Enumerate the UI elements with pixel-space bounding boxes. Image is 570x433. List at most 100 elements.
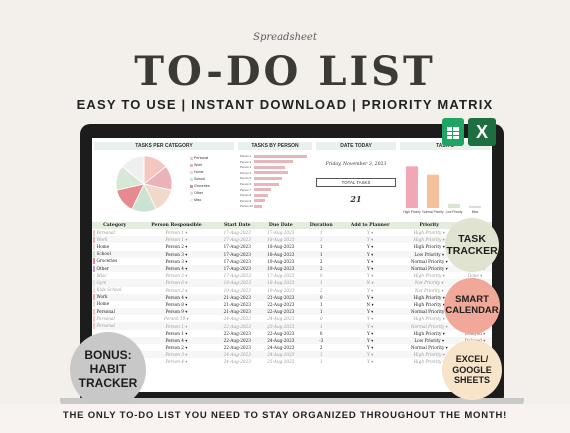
table-row[interactable]: Work Person 1 ▾ 17-Aug-2023 18-Aug-2023 1 Y ▾… (92, 236, 492, 244)
table-cell[interactable]: Normal Priority ▾ (400, 264, 459, 273)
person-bar-label: Person 5 (240, 176, 252, 181)
table-cell[interactable]: Y ▾ (339, 351, 401, 359)
table-cell[interactable]: Person 9 ▾ (137, 308, 216, 316)
table-cell[interactable]: Person 2 ▾ (137, 287, 215, 294)
table-row[interactable]: Person 4 ▾ 22-Aug-2023 24-Aug-2023 -3 Y ▾ Low… (92, 336, 492, 344)
category-color-bar (93, 251, 95, 258)
table-cell[interactable]: Y ▾ (339, 322, 401, 330)
cell-text: Not Priority ▾ (414, 280, 444, 286)
table-cell: 17-Aug-2023 (215, 272, 259, 279)
table-cell[interactable]: High Priority ▾ (400, 272, 458, 279)
table-row[interactable]: Groceries Person 3 ▾ 17-Aug-2023 19-Aug-202… (92, 258, 492, 265)
cell-text: 22-Aug-2023 (267, 301, 295, 307)
cell-text: 22-Aug-2023 (223, 345, 251, 351)
table-cell[interactable]: Person 4 ▾ (137, 358, 215, 365)
category-color-bar (93, 323, 95, 330)
table-row[interactable]: Personal Person 1 ▾ 22-Aug-2023 23-Aug-2023… (92, 322, 492, 330)
table-cell[interactable]: High Priority ▾ (400, 330, 458, 337)
person-bar (254, 182, 280, 186)
table-cell[interactable]: Person 3 ▾ (137, 351, 216, 359)
table-column-header[interactable]: Category (92, 222, 138, 229)
table-cell: Home (92, 243, 137, 250)
table-cell[interactable]: Person 2 ▾ (137, 243, 215, 250)
table-cell[interactable]: Y ▾ (340, 358, 400, 365)
category-color-bar (93, 308, 95, 315)
table-row[interactable]: Kids School Person 2 ▾ 19-Aug-2023 19-Aug-2… (92, 287, 492, 294)
table-row[interactable]: School Person 3 ▾ 17-Aug-2023 18-Aug-2023 1 Y… (92, 250, 492, 258)
table-cell[interactable]: Y ▾ (339, 336, 401, 344)
table-cell[interactable]: Person 3 ▾ (137, 258, 215, 265)
cell-text: 18-Aug-2023 (267, 251, 295, 257)
table-cell[interactable]: Person 10 ▾ (137, 315, 215, 322)
table-cell[interactable]: Y ▾ (339, 236, 401, 244)
table-cell[interactable]: Person 8 ▾ (137, 301, 215, 308)
table-cell[interactable]: Y ▾ (340, 243, 400, 250)
cell-text: 17-Aug-2023 (223, 244, 251, 250)
table-row[interactable]: Misc Person 5 ▾ 17-Aug-2023 17-Aug-2023 0 Y ▾… (92, 272, 492, 279)
table-column-header[interactable]: Start Date (215, 222, 260, 229)
table-cell[interactable]: Y ▾ (340, 330, 400, 337)
cell-text: 1 (319, 352, 323, 358)
table-cell[interactable]: Person 4 ▾ (137, 293, 216, 301)
table-row[interactable]: Person 1 ▾ 22-Aug-2023 22-Aug-2023 0 Y ▾ High… (92, 330, 492, 337)
table-cell[interactable]: Y ▾ (340, 315, 400, 322)
table-cell[interactable]: Person 2 ▾ (137, 344, 215, 351)
table-cell[interactable]: Person 4 ▾ (137, 264, 216, 273)
table-row[interactable]: Person 2 ▾ 22-Aug-2023 24-Aug-2023 2 Y ▾ Norm… (92, 344, 492, 351)
legend-label: Other (194, 191, 203, 195)
table-cell[interactable]: Not Priority ▾ (400, 279, 459, 287)
table-row[interactable]: Home Person 2 ▾ 17-Aug-2023 18-Aug-2023 1 Y ▾… (92, 243, 492, 250)
cell-text: 24-Aug-2023 (223, 359, 251, 365)
cell-text: Y ▾ (366, 266, 374, 272)
cell-text: Kids School (96, 287, 122, 293)
table-cell[interactable]: Person 1 ▾ (137, 322, 216, 330)
table-cell[interactable]: Y ▾ (339, 264, 401, 273)
table-cell[interactable]: Low Priority ▾ (400, 336, 459, 344)
table-row[interactable]: Work Person 4 ▾ 21-Aug-2023 21-Aug-2023 0 Y ▾… (92, 293, 492, 301)
table-row[interactable]: Person 3 ▾ 24-Aug-2023 24-Aug-2023 1 Y ▾ High… (92, 351, 492, 359)
table-column-header[interactable]: Add to Planner (339, 222, 401, 229)
table-cell[interactable]: Person 4 ▾ (137, 336, 216, 344)
legend-swatch (190, 198, 193, 202)
table-row[interactable]: Personal Person 10 ▾ 24-Aug-2023 24-Aug-202… (92, 315, 492, 322)
table-cell[interactable]: Person 3 ▾ (137, 250, 216, 258)
table-cell[interactable]: Person 1 ▾ (137, 330, 215, 337)
task-tracker-label: TASK TRACKER (446, 232, 498, 257)
table-cell[interactable]: N ▾ (339, 279, 401, 287)
table-row[interactable]: Personal Person 1 ▾ 17-Aug-2023 17-Aug-2023… (92, 229, 492, 236)
table-cell[interactable]: Person 5 ▾ (137, 272, 215, 279)
table-column-header[interactable]: Person Responsible (137, 222, 216, 229)
table-cell[interactable]: Y ▾ (339, 308, 401, 316)
cell-text: 17-Aug-2023 (223, 273, 251, 279)
table-column-header[interactable]: Due Date (259, 222, 303, 229)
table-cell[interactable]: Person 1 ▾ (137, 236, 216, 244)
table-cell[interactable]: Y ▾ (339, 250, 401, 258)
cell-text: Person 10 ▾ (164, 316, 189, 322)
table-cell[interactable]: Person 1 ▾ (137, 229, 215, 236)
table-cell: 0 (302, 293, 340, 301)
person-bar (254, 176, 282, 181)
cell-text: 21-Aug-2023 (223, 301, 251, 307)
table-row[interactable]: Gym Person 6 ▾ 18-Aug-2023 18-Aug-2023 1 N ▾ N… (92, 279, 492, 287)
table-cell[interactable]: Y ▾ (340, 344, 400, 351)
cell-text: High Priority ▾ (413, 237, 445, 243)
legend-label: School (194, 177, 205, 181)
table-cell: 18-Aug-2023 (259, 236, 303, 244)
cell-text: 18-Aug-2023 (267, 237, 295, 243)
table-cell[interactable]: Y ▾ (340, 229, 400, 236)
legend-swatch (190, 156, 193, 160)
table-row[interactable]: Personal Person 9 ▾ 21-Aug-2023 22-Aug-2023… (92, 308, 492, 316)
table-cell[interactable]: Person 6 ▾ (137, 279, 216, 287)
table-row[interactable]: Home Person 8 ▾ 21-Aug-2023 22-Aug-2023 1 N ▾… (92, 301, 492, 308)
table-cell[interactable]: Y ▾ (340, 258, 400, 265)
table-cell[interactable]: Y ▾ (340, 272, 400, 279)
cell-text: 24-Aug-2023 (223, 316, 251, 322)
cell-text: 22-Aug-2023 (223, 330, 251, 336)
table-cell[interactable]: Y ▾ (339, 293, 401, 301)
cell-text: Y ▾ (366, 359, 374, 365)
table-cell[interactable]: Y ▾ (340, 287, 400, 294)
table-row[interactable]: Person 4 ▾ 24-Aug-2023 25-Aug-2023 1 Y ▾ High… (92, 358, 492, 365)
table-row[interactable]: Other Person 4 ▾ 17-Aug-2023 19-Aug-2023 2 Y … (92, 264, 492, 273)
table-column-header[interactable]: Duration (302, 222, 340, 229)
table-cell[interactable]: N ▾ (340, 301, 400, 308)
